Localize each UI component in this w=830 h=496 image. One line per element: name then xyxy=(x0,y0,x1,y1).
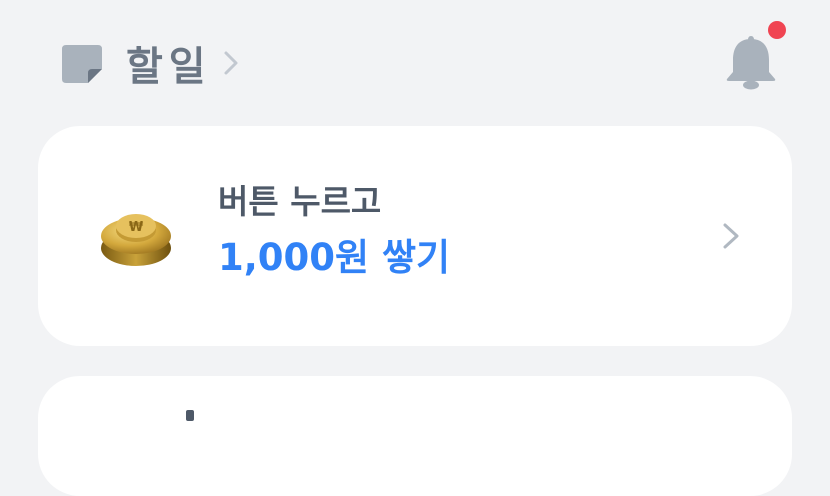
svg-text:₩: ₩ xyxy=(129,220,144,235)
reward-subtitle: 버튼 누르고 xyxy=(218,182,382,221)
reward-headline: 1,000원 쌓기 xyxy=(218,236,451,279)
notification-badge-dot xyxy=(768,21,786,39)
memo-icon xyxy=(60,41,104,85)
page-title: 할일 xyxy=(126,44,212,90)
chevron-right-icon xyxy=(220,48,242,78)
reward-card[interactable]: ₩ 버튼 누르고 1,000원 쌓기 xyxy=(38,126,792,346)
reward-card-text: 버튼 누르고 1,000원 쌓기 xyxy=(218,180,450,282)
gold-coin-button-icon: ₩ xyxy=(98,204,174,270)
notification-bell-button[interactable] xyxy=(718,30,784,96)
top-bar: 할일 xyxy=(0,0,830,126)
todo-header-link[interactable]: 할일 xyxy=(60,38,242,90)
chevron-right-icon xyxy=(720,220,742,252)
next-card[interactable] xyxy=(38,376,792,496)
bell-icon xyxy=(726,36,776,90)
next-card-content-peek xyxy=(186,410,194,421)
